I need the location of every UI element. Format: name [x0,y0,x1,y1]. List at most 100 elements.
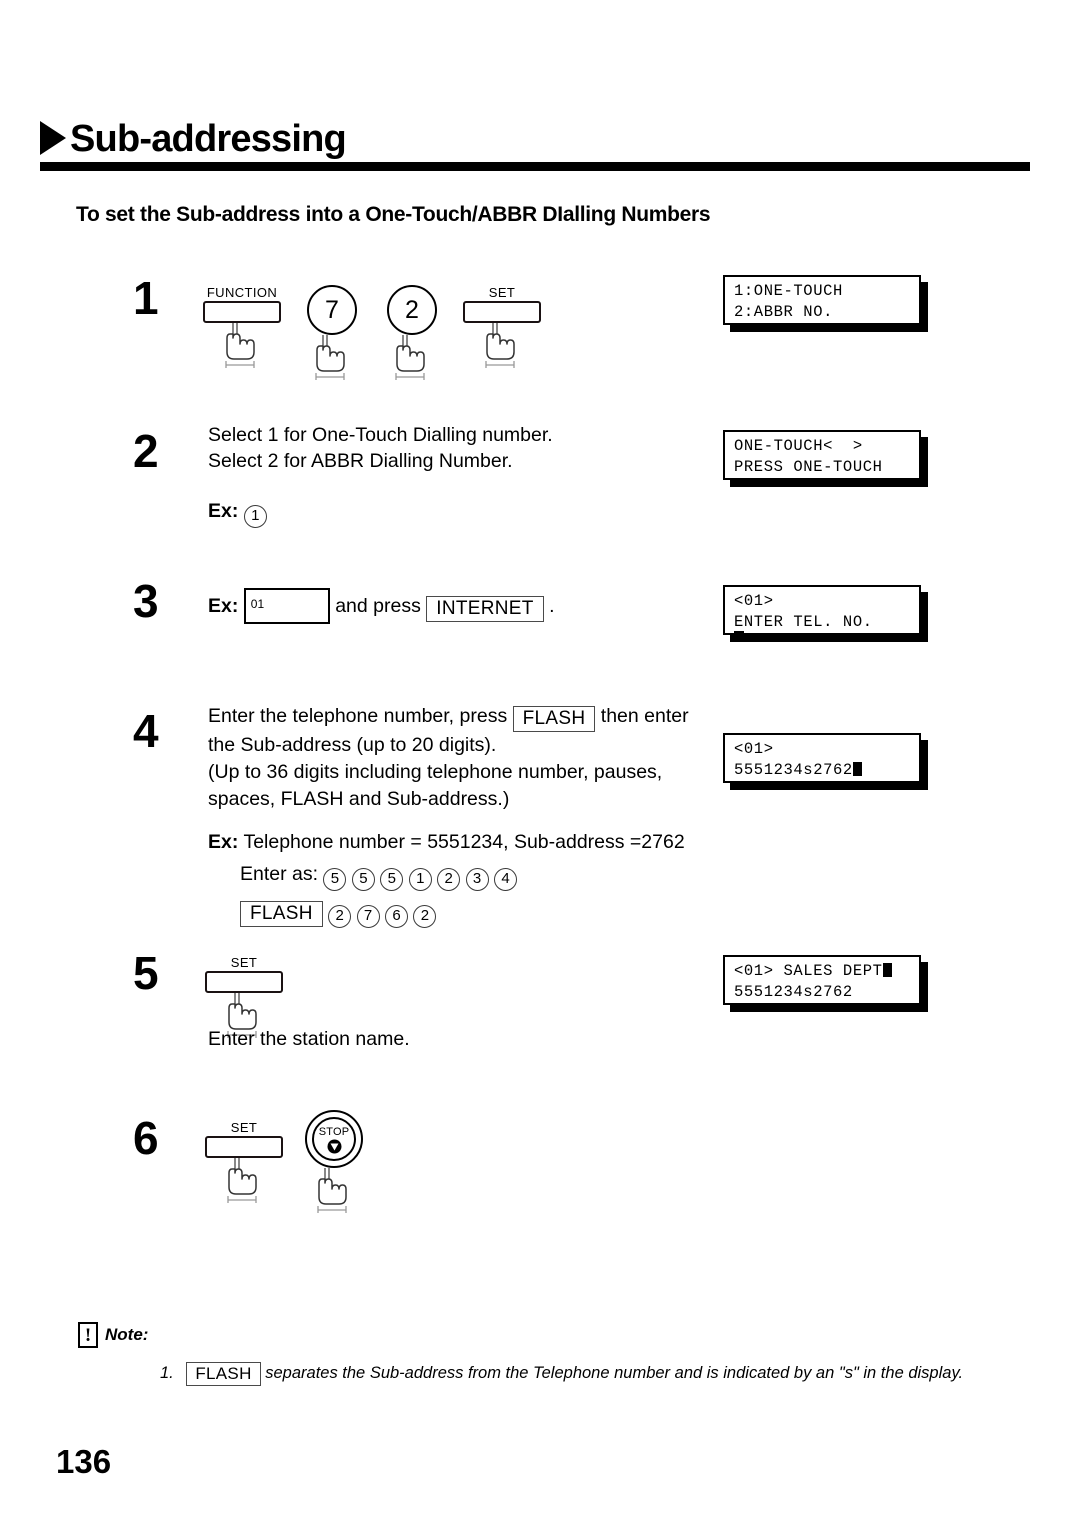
example-label: Ex: [208,500,239,522]
set-key-cap[interactable] [205,1136,283,1158]
internet-key[interactable]: INTERNET [426,596,544,622]
press-hand-icon [317,1168,347,1213]
step-2-line-1: Select 1 for One-Touch Dialling number. [208,424,553,446]
note-index: 1. [160,1364,174,1382]
note-label: Note: [105,1325,149,1344]
lcd-line-2: 5551234s2762 [734,983,853,1001]
set-key[interactable]: SET [205,1120,283,1206]
set-key-cap[interactable] [463,301,541,323]
lcd-line-2-rest: NTER TEL. NO. [743,613,873,631]
circled-digit: 7 [356,905,380,928]
step-4-line-4: spaces, FLASH and Sub-address.) [208,788,510,810]
step-4-enter-as-line: Enter as: 5 5 5 1 2 3 4 [240,861,689,891]
manual-page: Sub-addressing To set the Sub-address in… [0,0,1080,1528]
enter-as-label: Enter as: [240,863,319,885]
set-key-label: SET [230,1120,258,1135]
lcd-face: <01> ENTER TEL. NO. [723,585,921,635]
page-header: Sub-addressing [40,120,1030,171]
step-4-example-line: Ex: Telephone number = 5551234, Sub-addr… [208,829,689,856]
press-hand-icon [395,335,425,380]
step-2-line-2: Select 2 for ABBR Dialling Number. [208,450,513,472]
step-4-line-1b: then enter [600,705,689,727]
lcd-line-1: <01> [734,592,774,610]
circled-digit: 2 [413,905,437,928]
step-1-number: 1 [133,272,159,324]
function-key-cap[interactable] [203,301,281,323]
set-key-cap[interactable] [205,971,283,993]
circled-digit: 5 [323,868,347,891]
step-1-keys: FUNCTION 7 2 SET [203,285,541,383]
press-hand-icon [225,323,255,368]
exclamation-icon: ! [78,1322,98,1348]
page-title: Sub-addressing [70,118,347,160]
stop-key[interactable]: STOP [305,1110,363,1216]
flash-key[interactable]: FLASH [186,1362,261,1386]
function-key-label: FUNCTION [206,285,278,300]
lcd-display-3: <01> ENTER TEL. NO. [723,585,928,642]
digit-7-key-cap[interactable]: 7 [307,285,357,335]
lcd-face: ONE-TOUCH< > PRESS ONE-TOUCH [723,430,921,480]
circled-digit: 3 [465,868,489,891]
step-6-number: 6 [133,1112,159,1164]
station-number-box[interactable]: 01 [243,588,330,624]
step-5-caption: Enter the station name. [208,1028,410,1050]
step-3-end-text: . [549,595,555,617]
press-hand-icon [227,1158,257,1203]
lcd-face: 1:ONE-TOUCH 2:ABBR NO. [723,275,921,325]
lcd-cursor: E [734,613,744,633]
circled-digit: 1 [243,505,267,528]
step-4-line-1a: Enter the telephone number, press [208,705,508,727]
digit-7-key[interactable]: 7 [303,285,361,383]
section-subtitle: To set the Sub-address into a One-Touch/… [76,203,711,226]
lcd-face: <01> 5551234s2762 [723,733,921,783]
step-4-text: Enter the telephone number, press FLASH … [208,703,689,928]
lcd-cursor [882,963,892,977]
lcd-cursor [852,762,862,776]
circled-digit: 1 [408,868,432,891]
step-5-number: 5 [133,947,159,999]
step-2-text: Select 1 for One-Touch Dialling number. … [208,422,553,528]
function-key[interactable]: FUNCTION [203,285,281,371]
lcd-line-1-text: <01> SALES DEPT [734,962,883,980]
note-text: separates the Sub-address from the Telep… [265,1364,964,1382]
lcd-line-2: ENTER TEL. NO. [734,612,919,633]
note-item-1: 1. FLASH separates the Sub-address from … [160,1362,1028,1386]
circled-digit: 2 [437,868,461,891]
step-2-example: Ex: 1 [208,498,553,528]
example-label: Ex: [208,831,239,853]
lcd-line-1: 1:ONE-TOUCH [734,282,843,300]
set-key-label: SET [230,955,258,970]
step-4-line-3: (Up to 36 digits including telephone num… [208,761,663,783]
circled-digit: 6 [385,905,409,928]
step-3-number: 3 [133,575,159,627]
lcd-line-1: ONE-TOUCH< > [734,437,863,455]
example-label: Ex: [208,595,239,617]
lcd-display-5: <01> SALES DEPT 5551234s2762 [723,955,928,1012]
flash-key[interactable]: FLASH [240,901,323,927]
lcd-line-2: PRESS ONE-TOUCH [734,458,883,476]
digit-2-key-cap[interactable]: 2 [387,285,437,335]
page-number: 136 [56,1443,112,1480]
step-4-line-2: the Sub-address (up to 20 digits). [208,734,497,756]
lcd-line-2: 5551234s2762 [734,760,919,781]
step-4-line-1: Enter the telephone number, press FLASH … [208,703,689,732]
stop-key-cap[interactable]: STOP [305,1110,363,1168]
stop-key-label: STOP [318,1125,350,1138]
lcd-face: <01> SALES DEPT 5551234s2762 [723,955,921,1005]
step-3-text: Ex: 01 and press INTERNET . [208,588,555,624]
step-4-number: 4 [133,705,159,757]
stop-key-inner: STOP [312,1117,356,1161]
step-4-subaddress-line: FLASH 2 7 6 2 [240,898,689,928]
lcd-line-1: <01> [734,740,774,758]
set-key[interactable]: SET [463,285,541,371]
step-2-number: 2 [133,425,159,477]
lcd-line-2: 2:ABBR NO. [734,303,834,321]
station-number-value: 01 [250,597,265,611]
step-3-mid-text: and press [335,595,421,617]
press-hand-icon [485,323,515,368]
step-4-example-text: Telephone number = 5551234, Sub-address … [243,831,685,853]
flash-key[interactable]: FLASH [512,706,596,732]
header-rule [40,162,1030,171]
circled-digit: 2 [328,905,352,928]
digit-2-key[interactable]: 2 [383,285,441,383]
